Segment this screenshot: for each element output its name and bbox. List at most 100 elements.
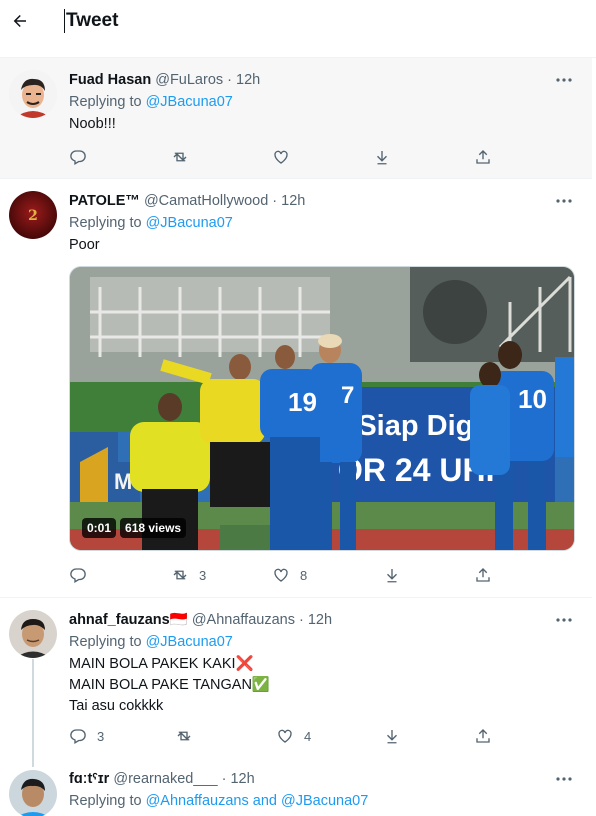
share-button[interactable] (474, 564, 492, 586)
author-handle[interactable]: @CamatHollywood (144, 193, 268, 209)
separator: · (298, 612, 304, 628)
author-handle[interactable]: @rearnaked___ (113, 771, 217, 787)
more-button[interactable] (554, 70, 574, 90)
replying-to: Replying to @JBacuna07 (69, 634, 233, 650)
tweet-header: fɑːtˤɪr @rearnaked___ · 12h (69, 770, 255, 788)
download-button[interactable] (383, 564, 401, 586)
video-views: 618 views (120, 518, 187, 538)
tweet-header: ahnaf_fauzans🇮🇩 @Ahnaffauzans · 12h (69, 611, 332, 629)
action-bar (69, 146, 509, 168)
reply-icon (70, 729, 86, 744)
tweet-header: PATOLE™ @CamatHollywood · 12h (69, 192, 305, 210)
more-icon (556, 618, 572, 622)
mention-link[interactable]: @JBacuna07 (146, 215, 233, 231)
mention-link[interactable]: @Ahnaffauzans (146, 793, 249, 809)
retweet-icon (173, 152, 187, 162)
author-name[interactable]: PATOLE™ (69, 193, 140, 209)
avatar[interactable]: 2 (9, 191, 57, 239)
timestamp[interactable]: 12h (281, 193, 305, 209)
timestamp[interactable]: 12h (236, 72, 260, 88)
avatar[interactable] (9, 770, 57, 816)
more-icon (556, 199, 572, 203)
tweet-text: MAIN BOLA PAKEK KAKI❌ MAIN BOLA PAKE TAN… (69, 654, 270, 717)
svg-text:2: 2 (28, 208, 38, 224)
download-button[interactable] (383, 725, 401, 747)
page-title: Tweet (64, 9, 119, 33)
separator: · (221, 771, 227, 787)
tweet-card[interactable]: fɑːtˤɪr @rearnaked___ · 12h Replying to … (0, 762, 592, 816)
more-icon (556, 78, 572, 82)
action-bar: 3 4 (69, 725, 509, 747)
retweet-icon (177, 731, 191, 741)
author-handle[interactable]: @Ahnaffauzans (192, 612, 295, 628)
more-icon (556, 777, 572, 781)
timestamp[interactable]: 12h (230, 771, 254, 787)
tweet-header: Fuad Hasan @FuLaros · 12h (69, 71, 260, 89)
like-button[interactable] (272, 146, 300, 168)
author-name[interactable]: fɑːtˤɪr (69, 771, 109, 787)
timestamp[interactable]: 12h (308, 612, 332, 628)
retweet-button[interactable] (171, 146, 199, 168)
tweet-text: Noob!!! (69, 116, 116, 132)
like-icon (278, 729, 292, 743)
reply-icon (70, 568, 86, 583)
share-icon (476, 150, 490, 164)
reply-button[interactable]: 3 (69, 725, 104, 747)
like-icon (274, 150, 288, 164)
share-button[interactable] (474, 146, 492, 168)
text-line: MAIN BOLA PAKEK KAKI❌ (69, 656, 254, 672)
svg-text:10: 10 (518, 384, 547, 414)
share-icon (476, 729, 490, 743)
mention-link[interactable]: @JBacuna07 (146, 94, 233, 110)
retweet-button[interactable]: 3 (171, 564, 206, 586)
replying-to: Replying to @Ahnaffauzans and @JBacuna07 (69, 793, 369, 809)
like-icon (274, 568, 288, 582)
author-name[interactable]: ahnaf_fauzans🇮🇩 (69, 612, 188, 628)
back-button[interactable] (8, 6, 32, 36)
mention-link[interactable]: @JBacuna07 (146, 634, 233, 650)
svg-text:19: 19 (288, 387, 317, 417)
mention-and: and (252, 793, 277, 809)
video-info: 0:01 618 views (82, 518, 187, 538)
separator: · (227, 72, 233, 88)
video-duration: 0:01 (82, 518, 117, 538)
author-handle[interactable]: @FuLaros (155, 72, 223, 88)
svg-text:7: 7 (341, 382, 354, 409)
mention-link[interactable]: @JBacuna07 (281, 793, 368, 809)
svg-text:M: M (114, 469, 132, 494)
share-icon (476, 568, 490, 582)
tweet-text: Poor (69, 237, 100, 253)
tweet-card[interactable]: 2 PATOLE™ @CamatHollywood · 12h Replying… (0, 179, 592, 598)
reply-icon (70, 150, 86, 165)
download-icon (377, 151, 387, 165)
text-line: Tai asu cokkkk (69, 698, 164, 714)
tweet-card[interactable]: Fuad Hasan @FuLaros · 12h Replying to @J… (0, 58, 592, 179)
download-icon (387, 730, 397, 744)
like-button[interactable]: 8 (272, 564, 307, 586)
reply-button[interactable] (69, 146, 97, 168)
action-bar: 3 8 (69, 564, 509, 586)
avatar[interactable] (9, 610, 57, 658)
top-bar: Tweet (0, 0, 596, 58)
video-player[interactable]: M r Siap Digital OR 24 UHF 19 7 10 0:01 … (69, 266, 575, 551)
replying-to: Replying to @JBacuna07 (69, 94, 233, 110)
more-button[interactable] (554, 191, 574, 211)
like-button[interactable]: 4 (276, 725, 311, 747)
separator: · (272, 193, 278, 209)
replying-to: Replying to @JBacuna07 (69, 215, 233, 231)
back-arrow-icon (13, 15, 26, 27)
tweet-card[interactable]: ahnaf_fauzans🇮🇩 @Ahnaffauzans · 12h Repl… (0, 598, 592, 767)
more-button[interactable] (554, 610, 574, 630)
author-name[interactable]: Fuad Hasan (69, 72, 151, 88)
download-icon (387, 569, 397, 583)
share-button[interactable] (474, 725, 492, 747)
video-frame: M r Siap Digital OR 24 UHF 19 7 10 (70, 267, 574, 550)
avatar[interactable] (9, 70, 57, 118)
download-button[interactable] (373, 146, 391, 168)
retweet-icon (173, 570, 187, 580)
thread-connector (32, 659, 34, 767)
retweet-button[interactable] (175, 725, 203, 747)
more-button[interactable] (554, 769, 574, 789)
text-line: MAIN BOLA PAKE TANGAN✅ (69, 677, 270, 693)
reply-button[interactable] (69, 564, 97, 586)
